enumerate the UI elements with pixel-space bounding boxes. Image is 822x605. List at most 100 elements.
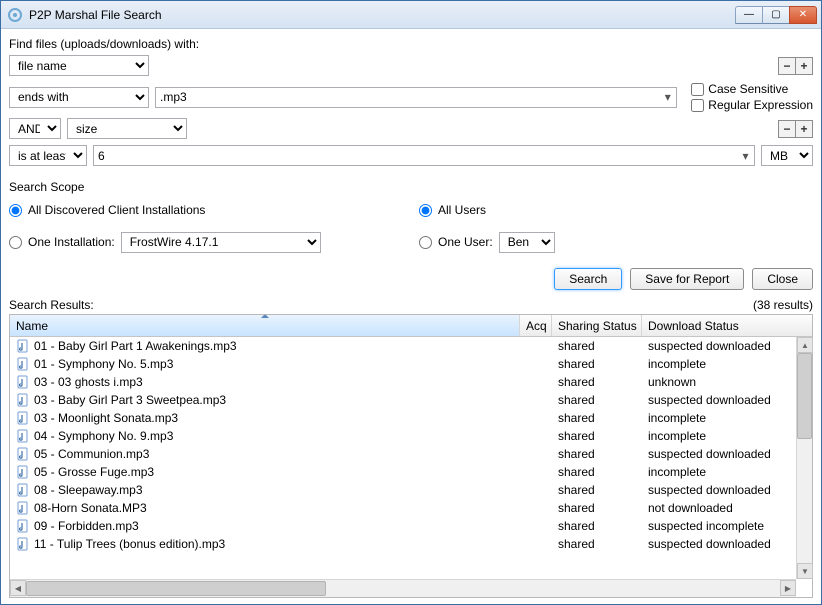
search-scope: Search Scope All Discovered Client Insta… <box>9 180 813 254</box>
cell-download: incomplete <box>642 465 796 479</box>
results-table: Name Acq Sharing Status Download Status … <box>9 314 813 598</box>
music-file-icon <box>16 537 30 551</box>
cell-download: incomplete <box>642 411 796 425</box>
music-file-icon <box>16 501 30 515</box>
table-row[interactable]: 01 - Symphony No. 5.mp3sharedincomplete <box>10 355 812 373</box>
music-file-icon <box>16 429 30 443</box>
table-row[interactable]: 08 - Sleepaway.mp3sharedsuspected downlo… <box>10 481 812 499</box>
user-select[interactable]: Ben <box>499 232 555 253</box>
window-controls: — ▢ ✕ <box>736 6 817 24</box>
cell-download: suspected downloaded <box>642 483 796 497</box>
criteria-row-1: file name − + <box>9 55 813 76</box>
find-files-label: Find files (uploads/downloads) with: <box>9 37 813 51</box>
install-select[interactable]: FrostWire 4.17.1 <box>121 232 321 253</box>
cell-sharing: shared <box>552 375 642 389</box>
cell-download: not downloaded <box>642 501 796 515</box>
cell-sharing: shared <box>552 447 642 461</box>
table-row[interactable]: 09 - Forbidden.mp3sharedsuspected incomp… <box>10 517 812 535</box>
music-file-icon <box>16 483 30 497</box>
horizontal-scroll-thumb[interactable] <box>26 581 326 596</box>
table-row[interactable]: 03 - Moonlight Sonata.mp3 sharedincomplet… <box>10 409 812 427</box>
remove-criteria-2-button[interactable]: − <box>778 120 796 138</box>
cell-download: unknown <box>642 375 796 389</box>
vertical-scroll-thumb[interactable] <box>797 353 812 439</box>
results-label: Search Results: <box>9 298 94 312</box>
join-select[interactable]: AND <box>9 118 61 139</box>
music-file-icon <box>16 411 30 425</box>
cell-sharing: shared <box>552 339 642 353</box>
close-button[interactable]: Close <box>752 268 813 290</box>
scroll-right-arrow-icon[interactable]: ▶ <box>780 580 796 596</box>
criteria-row-3: AND size − + <box>9 118 813 139</box>
one-user-label: One User: <box>438 235 493 249</box>
field-select-1[interactable]: file name <box>9 55 149 76</box>
maximize-button[interactable]: ▢ <box>762 6 790 24</box>
cell-name: 05 - Communion.mp3 <box>34 447 149 461</box>
cell-download: suspected incomplete <box>642 519 796 533</box>
cell-sharing: shared <box>552 519 642 533</box>
scroll-left-arrow-icon[interactable]: ◀ <box>10 580 26 596</box>
regex-checkbox[interactable] <box>691 99 704 112</box>
cell-sharing: shared <box>552 411 642 425</box>
operator-select-2[interactable]: is at least <box>9 145 87 166</box>
one-user-radio[interactable] <box>419 236 432 249</box>
unit-select[interactable]: MB <box>761 145 813 166</box>
remove-criteria-1-button[interactable]: − <box>778 57 796 75</box>
all-installs-radio[interactable] <box>9 204 22 217</box>
horizontal-scrollbar[interactable]: ◀ ▶ <box>10 579 796 597</box>
scroll-down-arrow-icon[interactable]: ▼ <box>797 563 813 579</box>
cell-name: 01 - Baby Girl Part 1 Awakenings.mp3 <box>34 339 237 353</box>
all-users-radio[interactable] <box>419 204 432 217</box>
close-window-button[interactable]: ✕ <box>789 6 817 24</box>
scope-label: Search Scope <box>9 180 813 194</box>
cell-download: incomplete <box>642 429 796 443</box>
operator-select-1[interactable]: ends with <box>9 87 149 108</box>
scroll-up-arrow-icon[interactable]: ▲ <box>797 337 813 353</box>
table-row[interactable]: 05 - Grosse Fuge.mp3sharedincomplete <box>10 463 812 481</box>
cell-sharing: shared <box>552 429 642 443</box>
field-select-2[interactable]: size <box>67 118 187 139</box>
table-row[interactable]: 05 - Communion.mp3 sharedsuspected downlo… <box>10 445 812 463</box>
cell-name: 03 - Moonlight Sonata.mp3 <box>34 411 178 425</box>
sort-asc-icon <box>261 315 269 318</box>
cell-name: 08 - Sleepaway.mp3 <box>34 483 143 497</box>
case-sensitive-checkbox[interactable] <box>691 83 704 96</box>
column-acq[interactable]: Acq <box>520 315 552 336</box>
results-header: Search Results: (38 results) <box>9 298 813 312</box>
column-name[interactable]: Name <box>10 315 520 336</box>
add-criteria-2-button[interactable]: + <box>795 120 813 138</box>
save-report-button[interactable]: Save for Report <box>630 268 744 290</box>
cell-download: suspected downloaded <box>642 447 796 461</box>
minimize-button[interactable]: — <box>735 6 763 24</box>
one-install-radio[interactable] <box>9 236 22 249</box>
add-criteria-1-button[interactable]: + <box>795 57 813 75</box>
all-installs-label: All Discovered Client Installations <box>28 203 205 217</box>
cell-name: 03 - Baby Girl Part 3 Sweetpea.mp3 <box>34 393 226 407</box>
results-count: (38 results) <box>753 298 813 312</box>
music-file-icon <box>16 357 30 371</box>
table-header: Name Acq Sharing Status Download Status <box>10 315 812 337</box>
cell-name: 08-Horn Sonata.MP3 <box>34 501 147 515</box>
action-buttons: Search Save for Report Close <box>9 268 813 290</box>
cell-sharing: shared <box>552 393 642 407</box>
table-body: 01 - Baby Girl Part 1 Awakenings.mp3 shar… <box>10 337 812 597</box>
column-sharing[interactable]: Sharing Status <box>552 315 642 336</box>
all-users-label: All Users <box>438 203 486 217</box>
criteria-row-2: ends with ▾ Case Sensitive Regular Expre… <box>9 82 813 112</box>
table-row[interactable]: 01 - Baby Girl Part 1 Awakenings.mp3 shar… <box>10 337 812 355</box>
table-row[interactable]: 04 - Symphony No. 9.mp3sharedincomplete <box>10 427 812 445</box>
column-download[interactable]: Download Status <box>642 315 796 336</box>
vertical-scrollbar[interactable]: ▲ ▼ <box>796 337 812 579</box>
table-row[interactable]: 11 - Tulip Trees (bonus edition).mp3shar… <box>10 535 812 553</box>
music-file-icon <box>16 465 30 479</box>
search-button[interactable]: Search <box>554 268 622 290</box>
cell-download: incomplete <box>642 357 796 371</box>
table-row[interactable]: 03 - Baby Girl Part 3 Sweetpea.mp3 shared… <box>10 391 812 409</box>
cell-download: suspected downloaded <box>642 339 796 353</box>
table-row[interactable]: 03 - 03 ghosts i.mp3sharedunknown <box>10 373 812 391</box>
music-file-icon <box>16 375 30 389</box>
value-input-2[interactable] <box>93 145 755 166</box>
music-file-icon <box>16 393 30 407</box>
value-input-1[interactable] <box>155 87 677 108</box>
table-row[interactable]: 08-Horn Sonata.MP3sharednot downloaded <box>10 499 812 517</box>
